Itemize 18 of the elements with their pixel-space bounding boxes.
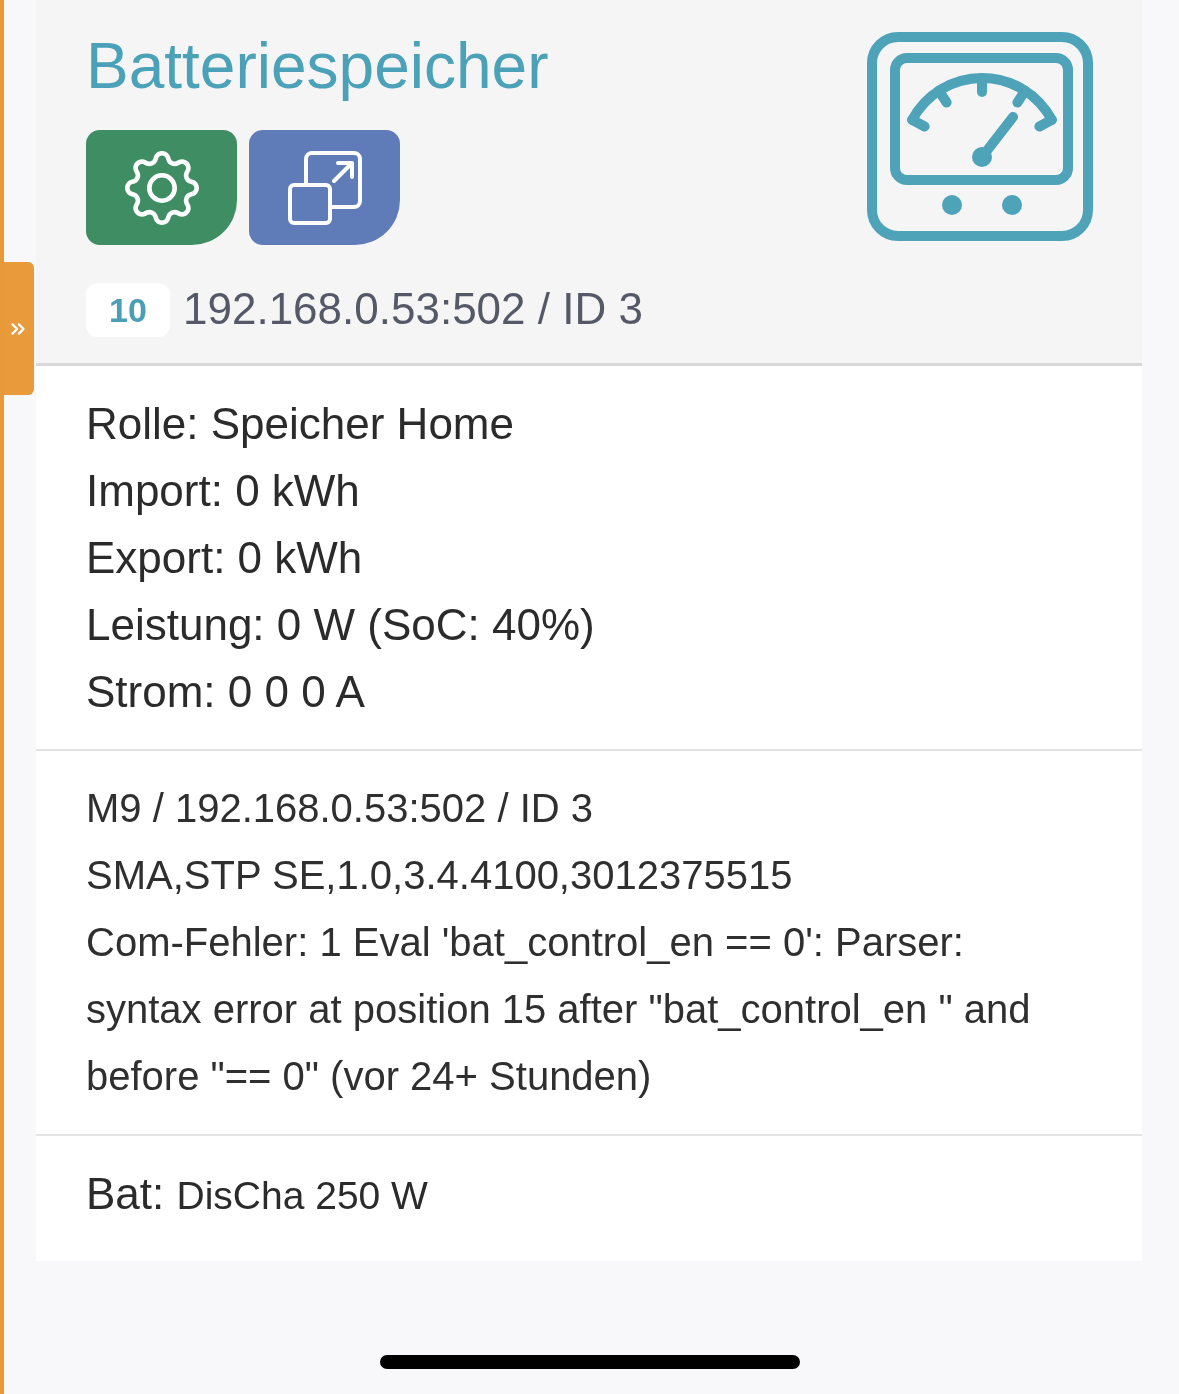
detail-text: Import: 0 kWh	[86, 465, 361, 517]
settings-button[interactable]	[86, 130, 237, 245]
meter-icon	[867, 32, 1093, 241]
sidebar-toggle-tab[interactable]	[2, 262, 34, 395]
device-info-text: Com-Fehler: 1 Eval 'bat_control_en == 0': Parser: syntax error at position 15 after "bat_control_en " and before "== 0" (vor 24+ Stunden)	[86, 919, 1032, 1100]
expand-button[interactable]	[249, 130, 400, 245]
device-info-text: SMA,STP SE,1.0,3.4.4100,3012375515	[86, 852, 794, 899]
expand-icon	[287, 150, 362, 225]
page-title: Batteriespeicher	[86, 29, 550, 104]
detail-text: Leistung: 0 W (SoC: 40%)	[86, 599, 596, 651]
battery-status-text: Bat: DisCha 250 W	[86, 1168, 429, 1220]
detail-text: Strom: 0 0 0 A	[86, 666, 366, 718]
count-badge: 10	[86, 283, 170, 337]
settings-icon	[124, 150, 199, 225]
detail-text: Export: 0 kWh	[86, 532, 364, 584]
device-info-text: M9 / 192.168.0.53:502 / ID 3	[86, 785, 594, 832]
detail-text: Rolle: Speicher Home	[86, 398, 515, 450]
address-text: 192.168.0.53:502 / ID 3	[183, 287, 643, 331]
